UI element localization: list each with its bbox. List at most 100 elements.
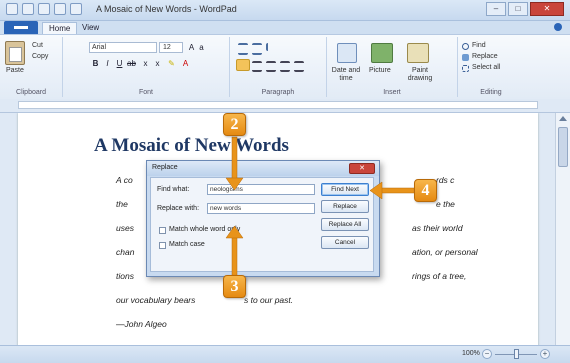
- replace-icon: [462, 54, 469, 61]
- font-family-select[interactable]: Arial: [89, 42, 157, 53]
- wordpad-window: A Mosaic of New Words - WordPad – □ ✕ Ho…: [0, 0, 570, 363]
- match-whole-word-checkbox[interactable]: [159, 227, 166, 234]
- zoom-in-button[interactable]: +: [540, 349, 550, 359]
- find-next-button[interactable]: Find Next: [321, 183, 369, 196]
- match-whole-word-label: Match whole word only: [169, 226, 241, 233]
- body-fragment-2: e the: [436, 199, 455, 209]
- zoom-out-button[interactable]: −: [482, 349, 492, 359]
- scroll-thumb[interactable]: [558, 127, 568, 167]
- body-fragment-3: as their world: [412, 223, 463, 233]
- paste-label[interactable]: Paste: [6, 67, 24, 74]
- replace-with-input[interactable]: new words: [207, 203, 315, 214]
- paint-drawing-icon[interactable]: [407, 43, 429, 63]
- decrease-indent-icon[interactable]: [238, 43, 248, 55]
- font-size-select[interactable]: 12: [159, 42, 183, 53]
- undo-icon[interactable]: [38, 3, 50, 15]
- dialog-body: Find what: neologisms Replace with: new …: [150, 177, 374, 272]
- step-4-callout: 4: [414, 179, 437, 202]
- bullets-icon[interactable]: [266, 43, 278, 51]
- bold-button[interactable]: B: [91, 59, 100, 68]
- scroll-up-icon[interactable]: [559, 116, 567, 121]
- justify-icon[interactable]: [280, 61, 290, 72]
- cancel-button[interactable]: Cancel: [321, 236, 369, 249]
- body-line-3: uses: [116, 223, 134, 233]
- body-fragment-1: rds c: [436, 175, 455, 185]
- underline-button[interactable]: U: [115, 59, 124, 68]
- insert-group-label: Insert: [383, 89, 401, 96]
- help-icon[interactable]: [554, 23, 562, 31]
- picture-icon[interactable]: [371, 43, 393, 63]
- app-menu-icon[interactable]: [6, 3, 18, 15]
- step-2-callout: 2: [223, 113, 246, 136]
- paragraph-group-label: Paragraph: [261, 89, 295, 96]
- body-fragment-6: s to our past.: [244, 295, 294, 305]
- ribbon: Paste Cut Copy Clipboard Arial 12 A a B …: [0, 34, 570, 100]
- font-group-label: Font: [138, 89, 153, 96]
- minimize-button[interactable]: –: [486, 2, 506, 16]
- insert-group: Date and time Picture Paint drawing Inse…: [327, 37, 458, 97]
- redo-icon[interactable]: [54, 3, 66, 15]
- paste-icon[interactable]: [5, 41, 25, 65]
- title-bar: A Mosaic of New Words - WordPad – □ ✕: [0, 0, 570, 21]
- strikethrough-icon[interactable]: ab: [127, 59, 136, 68]
- italic-button[interactable]: I: [103, 59, 112, 68]
- status-bar: 100% − +: [0, 345, 570, 363]
- customize-qat-icon[interactable]: [70, 3, 82, 15]
- highlight-icon[interactable]: ✎: [167, 59, 176, 68]
- dialog-title-bar[interactable]: Replace ✕: [147, 161, 379, 176]
- file-menu-button[interactable]: [4, 21, 38, 34]
- dialog-close-button[interactable]: ✕: [349, 163, 375, 174]
- replace-all-button[interactable]: Replace All: [321, 218, 369, 231]
- maximize-button[interactable]: □: [508, 2, 528, 16]
- font-family-value: Arial: [92, 44, 107, 51]
- grow-font-icon[interactable]: A: [187, 43, 196, 52]
- replace-button[interactable]: Replace: [321, 200, 369, 213]
- close-button[interactable]: ✕: [530, 2, 564, 16]
- body-fragment-4: ation, or personal: [412, 247, 478, 257]
- ruler: [0, 99, 570, 113]
- body-line-1: A co: [116, 175, 133, 185]
- paragraph-settings-icon[interactable]: [294, 61, 304, 72]
- match-case-checkbox[interactable]: [159, 242, 166, 249]
- font-color-icon[interactable]: A: [181, 59, 190, 68]
- subscript-icon[interactable]: x: [141, 59, 150, 68]
- find-what-input[interactable]: neologisms: [207, 184, 315, 195]
- paragraph-group: Paragraph: [230, 37, 327, 97]
- clipboard-group: Paste Cut Copy Clipboard: [0, 37, 63, 97]
- vertical-scrollbar[interactable]: [555, 113, 570, 345]
- copy-button[interactable]: Copy: [32, 53, 48, 60]
- font-size-value: 12: [163, 44, 171, 51]
- cut-button[interactable]: Cut: [32, 42, 43, 49]
- picture-button[interactable]: Picture: [369, 67, 391, 74]
- zoom-slider-thumb[interactable]: [514, 349, 519, 359]
- font-group: Arial 12 A a B I U ab x x ✎ A Font: [63, 37, 230, 97]
- editing-group-label: Editing: [480, 89, 502, 96]
- replace-ribbon-button[interactable]: Replace: [472, 53, 498, 60]
- shrink-font-icon[interactable]: a: [197, 43, 206, 52]
- editing-group: Find Replace Select all Editing: [458, 37, 524, 97]
- body-fragment-5: rings of a tree,: [412, 271, 467, 281]
- find-icon: [462, 43, 469, 50]
- quick-access-toolbar: [6, 3, 82, 15]
- zoom-level: 100%: [462, 350, 480, 357]
- date-time-button[interactable]: Date and time: [329, 67, 363, 83]
- select-all-button[interactable]: Select all: [472, 64, 500, 71]
- superscript-icon[interactable]: x: [153, 59, 162, 68]
- tab-view[interactable]: View: [76, 22, 105, 34]
- clipboard-group-label: Clipboard: [16, 89, 46, 96]
- replace-dialog: Replace ✕ Find what: neologisms Replace …: [146, 160, 380, 277]
- align-right-icon[interactable]: [266, 61, 276, 72]
- save-icon[interactable]: [22, 3, 34, 15]
- paint-drawing-button[interactable]: Paint drawing: [403, 67, 437, 83]
- align-center-icon[interactable]: [252, 61, 262, 72]
- select-all-icon: [462, 65, 469, 72]
- file-menu-icon: [14, 26, 28, 29]
- ribbon-tabs: Home View: [0, 20, 570, 35]
- date-time-icon[interactable]: [337, 43, 357, 63]
- increase-indent-icon[interactable]: [252, 43, 262, 55]
- ruler-bar[interactable]: [18, 101, 538, 109]
- align-left-icon[interactable]: [236, 59, 250, 71]
- find-what-label: Find what:: [157, 186, 190, 193]
- find-button[interactable]: Find: [472, 42, 486, 49]
- dialog-title: Replace: [152, 164, 178, 171]
